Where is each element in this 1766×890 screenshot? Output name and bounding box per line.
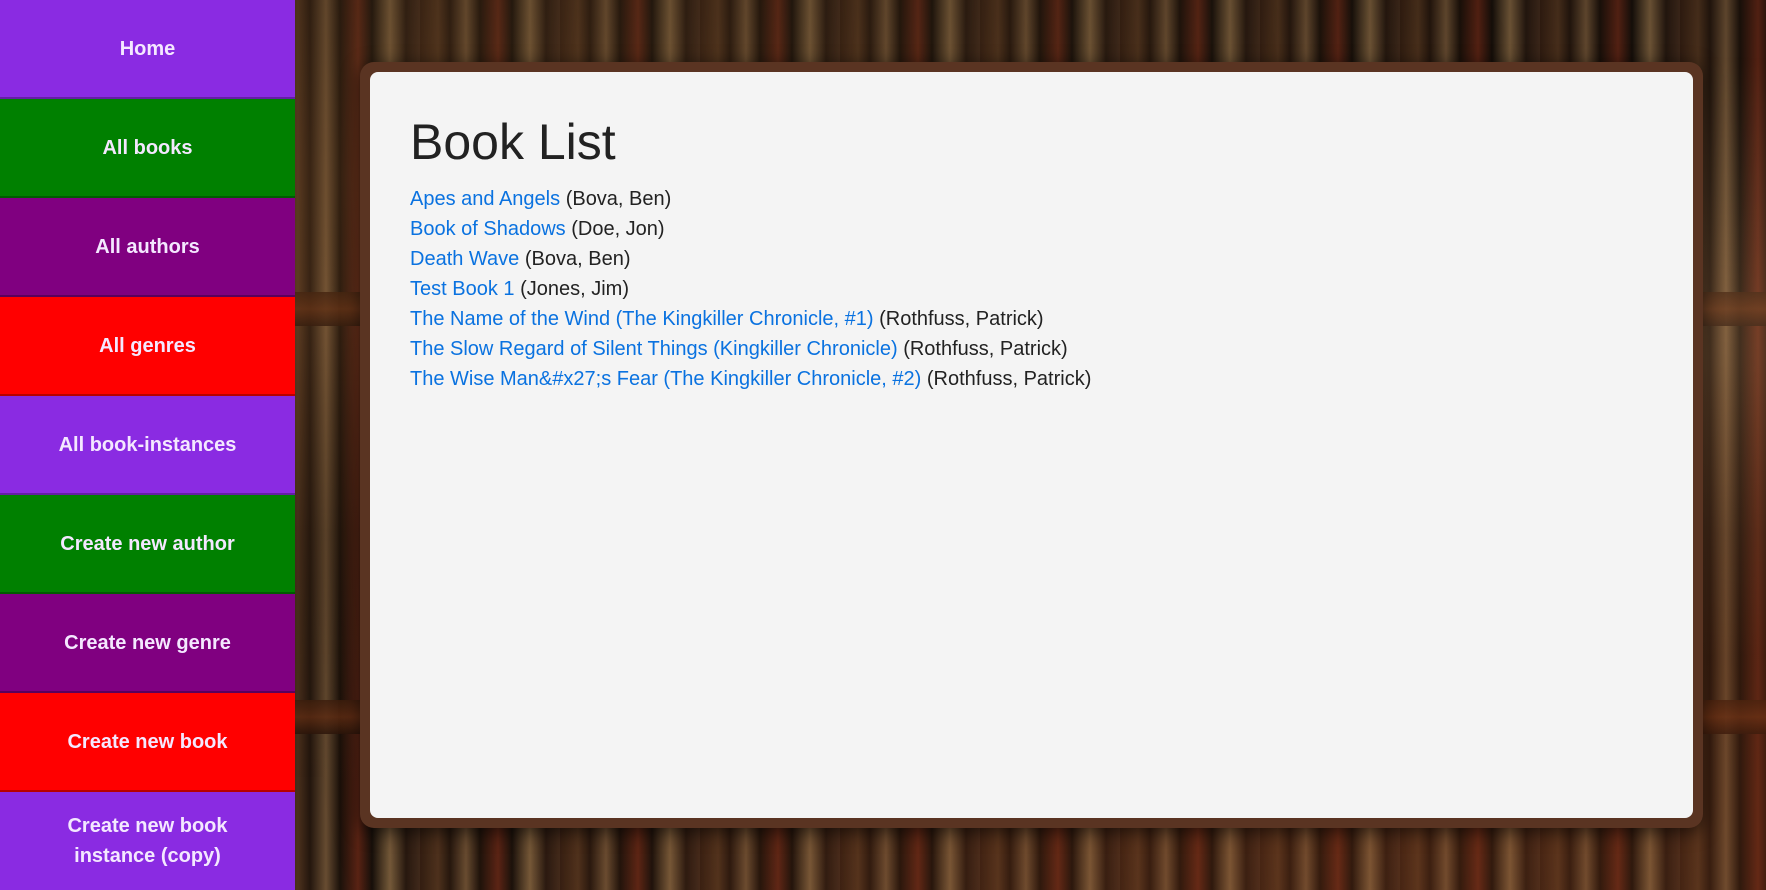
book-author: (Bova, Ben): [565, 188, 672, 210]
sidebar-item-label: All book-instances: [58, 433, 237, 456]
sidebar-item-home[interactable]: Home: [0, 0, 295, 99]
sidebar-item-create-author[interactable]: Create new author: [0, 495, 295, 594]
sidebar-item-label: Create new book: [67, 730, 228, 753]
sidebar-item-label: Home: [119, 37, 176, 60]
sidebar-item-label: Create new author: [60, 532, 235, 555]
list-item: Apes and Angels (Bova, Ben): [410, 184, 1693, 214]
content-panel: Book List Apes and Angels (Bova, Ben) Bo…: [370, 72, 1693, 818]
book-title-link[interactable]: The Wise Man&#x27;s Fear (The Kingkiller…: [410, 368, 921, 390]
sidebar-item-create-book[interactable]: Create new book: [0, 693, 295, 792]
book-title-link[interactable]: Book of Shadows: [410, 218, 566, 240]
sidebar-nav: Home All books All authors All genres Al…: [0, 0, 295, 890]
book-title-link[interactable]: The Slow Regard of Silent Things (Kingki…: [410, 338, 898, 360]
sidebar-item-label: All books: [102, 136, 193, 159]
book-title-link[interactable]: The Name of the Wind (The Kingkiller Chr…: [410, 308, 874, 330]
sidebar-item-create-genre[interactable]: Create new genre: [0, 594, 295, 693]
book-author: (Jones, Jim): [520, 278, 629, 300]
book-author: (Doe, Jon): [571, 218, 665, 240]
list-item: Book of Shadows (Doe, Jon): [410, 214, 1693, 244]
list-item: The Slow Regard of Silent Things (Kingki…: [410, 334, 1693, 364]
sidebar-item-all-authors[interactable]: All authors: [0, 198, 295, 297]
sidebar-item-all-genres[interactable]: All genres: [0, 297, 295, 396]
book-author: (Rothfuss, Patrick): [879, 308, 1044, 330]
sidebar-item-label: Create new book instance (copy): [67, 815, 228, 867]
sidebar-item-label: All authors: [95, 235, 200, 258]
list-item: Test Book 1 (Jones, Jim): [410, 274, 1693, 304]
sidebar-item-create-book-instance[interactable]: Create new book instance (copy): [0, 792, 295, 890]
page-title: Book List: [410, 114, 616, 170]
list-item: The Name of the Wind (The Kingkiller Chr…: [410, 304, 1693, 334]
list-item: The Wise Man&#x27;s Fear (The Kingkiller…: [410, 364, 1693, 394]
book-title-link[interactable]: Test Book 1: [410, 278, 515, 300]
sidebar-item-all-books[interactable]: All books: [0, 99, 295, 198]
book-title-link[interactable]: Apes and Angels: [410, 188, 560, 210]
book-title-link[interactable]: Death Wave: [410, 248, 519, 270]
content-frame: Book List Apes and Angels (Bova, Ben) Bo…: [360, 62, 1703, 828]
sidebar-item-label: Create new genre: [64, 631, 231, 654]
book-list: Apes and Angels (Bova, Ben) Book of Shad…: [410, 184, 1693, 394]
sidebar-item-label: All genres: [99, 334, 196, 357]
book-author: (Bova, Ben): [524, 248, 631, 270]
list-item: Death Wave (Bova, Ben): [410, 244, 1693, 274]
sidebar-item-all-book-instances[interactable]: All book-instances: [0, 396, 295, 495]
book-author: (Rothfuss, Patrick): [926, 368, 1092, 390]
book-author: (Rothfuss, Patrick): [903, 338, 1068, 360]
